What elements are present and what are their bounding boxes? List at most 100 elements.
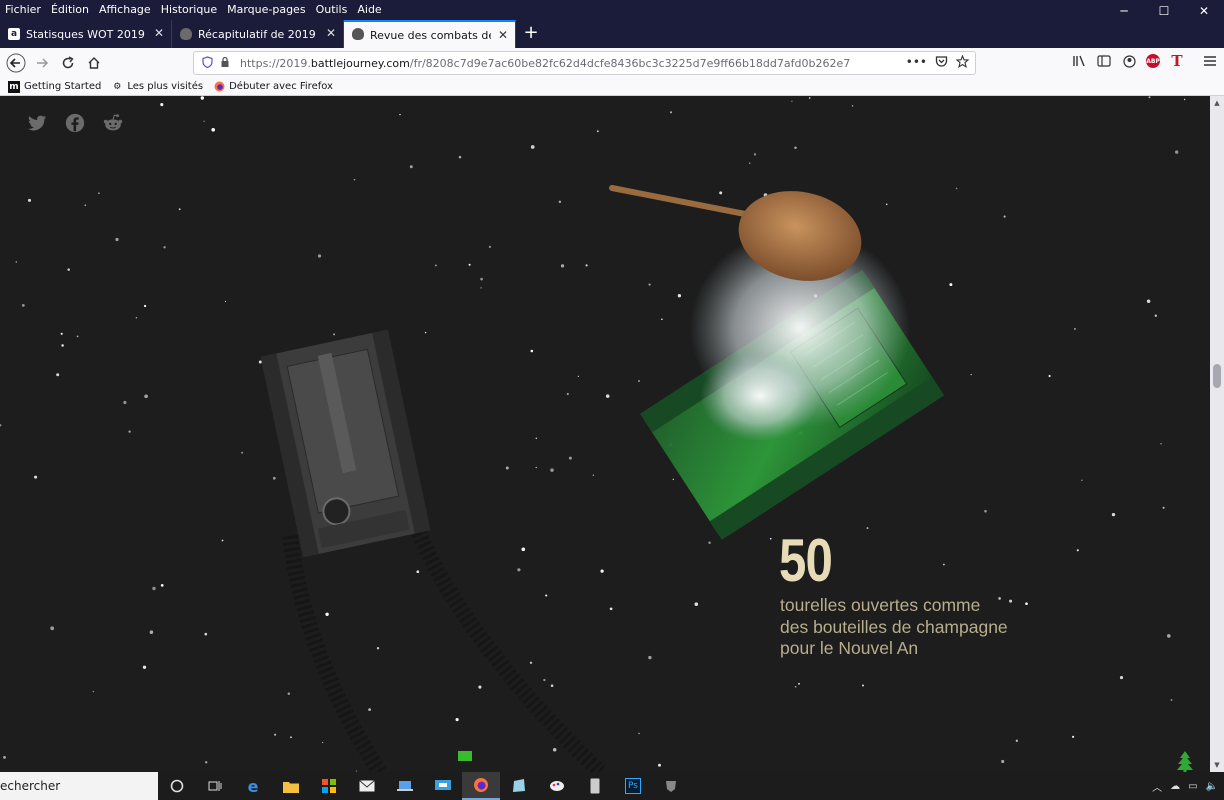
menu-outils[interactable]: Outils [311,0,353,20]
bookmark-star-icon[interactable] [955,54,970,71]
m-icon: m [8,80,20,93]
volume-icon[interactable]: 🔈 [1206,781,1218,792]
url-domain: battlejourney.com [310,56,410,70]
gear-icon: ⚙ [113,81,122,92]
tank-scene [260,185,945,772]
close-icon[interactable]: ✕ [154,26,164,40]
window-controls: ─ ☐ ✕ [1104,0,1224,20]
wot-taskbar-icon[interactable] [652,772,690,800]
bookmarks-bar: m Getting Started ⚙ Les plus visités Déb… [0,78,1224,96]
chevron-up-icon[interactable]: ︿ [1152,779,1162,794]
bookmark-label: Getting Started [24,81,102,92]
tab-title: Revue des combats de l'année [370,28,491,42]
bookmark-label: Débuter avec Firefox [229,81,333,92]
firefox-taskbar-icon[interactable] [462,772,500,800]
maximize-icon[interactable]: ☐ [1144,0,1184,20]
cortana-icon[interactable] [158,772,196,800]
shield-icon[interactable] [198,55,216,71]
menu-historique[interactable]: Historique [156,0,222,20]
battle-journey-page: 50 tourelles ouvertes comme des bouteill… [0,96,1210,772]
scroll-thumb[interactable] [1213,364,1221,388]
file-explorer-icon[interactable] [272,772,310,800]
task-view-icon[interactable] [196,772,234,800]
scroll-down-icon[interactable]: ▼ [1210,758,1224,772]
reload-button[interactable] [55,50,81,76]
tab-statistiques-forum[interactable]: a Statisques WOT 2019 - Forums ✕ [0,20,172,48]
back-arrow-icon [6,53,26,73]
menu-aide[interactable]: Aide [352,0,386,20]
lock-icon[interactable] [216,56,234,71]
menu-affichage[interactable]: Affichage [94,0,156,20]
remote-icon[interactable] [424,772,462,800]
pocket-icon[interactable] [935,55,948,71]
close-icon[interactable]: ✕ [498,28,508,42]
device-icon[interactable] [576,772,614,800]
forum-icon: a [8,28,20,40]
home-icon [88,57,100,69]
store-icon[interactable] [310,772,348,800]
menu-bar: Fichier Édition Affichage Historique Mar… [0,0,1224,20]
tab-recapitulatif[interactable]: Récapitulatif de 2019 dans Worl ✕ [172,20,344,48]
twitter-icon[interactable] [26,112,48,134]
laptop-icon[interactable] [386,772,424,800]
minimize-icon[interactable]: ─ [1104,0,1144,20]
wot-icon [352,28,364,40]
system-tray: ︿ ☁ ▭ 🔈 [1152,772,1218,800]
menu-edition[interactable]: Édition [46,0,94,20]
smoke-cloud [700,351,820,441]
bookmark-label: Les plus visités [127,81,204,92]
scroll-up-icon[interactable]: ▲ [1210,96,1224,110]
photoshop-label: Ps [625,778,641,794]
wot-icon [180,28,192,40]
social-share [26,112,124,134]
paint-icon[interactable] [538,772,576,800]
forward-button[interactable] [29,50,55,76]
stat-number: 50 [779,527,833,594]
cloud-icon[interactable]: ☁ [1170,781,1180,792]
home-button[interactable] [81,50,107,76]
reddit-icon[interactable] [102,112,124,134]
firefox-icon [213,81,225,93]
page-scrollbar[interactable]: ▲ ▼ [1210,96,1224,772]
page-actions-icon[interactable]: ••• [906,55,927,71]
tab-revue-combats[interactable]: Revue des combats de l'année ✕ [344,20,516,48]
library-icon[interactable] [1071,52,1087,70]
notes-icon[interactable] [500,772,538,800]
bookmark-plus-visites[interactable]: ⚙ Les plus visités [111,81,203,93]
url-prefix: https://2019. [240,56,311,70]
photoshop-icon[interactable]: Ps [614,772,652,800]
hamburger-menu-icon[interactable] [1202,52,1218,70]
bookmark-debuter-firefox[interactable]: Débuter avec Firefox [213,81,333,93]
new-tab-button[interactable]: + [516,20,546,48]
reload-icon [62,56,74,69]
windows-taskbar: echercher e Ps ︿ ☁ ▭ 🔈 [0,772,1224,800]
url-actions: ••• [906,54,970,71]
url-bar[interactable]: https://2019.battlejourney.com/fr/8208c7… [193,51,976,75]
url-text: https://2019.battlejourney.com/fr/8208c7… [240,57,850,70]
menu-marque-pages[interactable]: Marque-pages [222,0,310,20]
edge-icon[interactable]: e [234,772,272,800]
menu-fichier[interactable]: Fichier [0,0,46,20]
account-icon[interactable] [1121,52,1137,70]
facebook-icon[interactable] [64,112,86,134]
christmas-tree-icon[interactable] [1174,750,1196,772]
mail-icon[interactable] [348,772,386,800]
grey-tank [260,329,431,558]
back-button[interactable] [3,50,29,76]
tab-title: Statisques WOT 2019 - Forums [26,27,147,41]
extension-t-icon[interactable]: T [1169,52,1185,70]
taskbar-search[interactable]: echercher [0,772,158,800]
navigation-bar: https://2019.battlejourney.com/fr/8208c7… [0,48,1224,78]
close-icon[interactable]: ✕ [326,26,336,40]
network-icon[interactable]: ▭ [1188,781,1197,792]
track-marks [282,513,606,772]
stat-caption: tourelles ouvertes comme des bouteilles … [780,595,1008,658]
toolbar-right: ABP T [1071,52,1218,70]
adblock-icon[interactable]: ABP [1146,54,1160,68]
sidebar-icon[interactable] [1096,52,1112,70]
tab-title: Récapitulatif de 2019 dans Worl [198,27,319,41]
close-icon[interactable]: ✕ [1184,0,1224,20]
progress-tank-icon [458,751,472,761]
bookmark-getting-started[interactable]: m Getting Started [8,80,102,93]
url-path: /fr/8208c7d9e7ac60be82fc62d4dcfe8436bc3c… [409,56,851,70]
